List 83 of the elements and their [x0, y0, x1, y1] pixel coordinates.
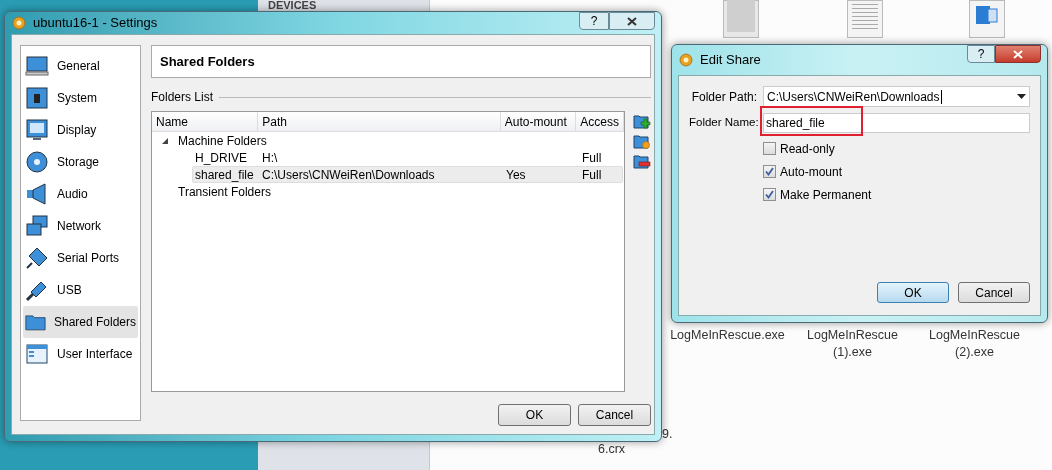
file-label[interactable]: 6.crx: [598, 440, 626, 459]
table-cell-text: C:\Users\CNWeiRen\Downloads: [261, 166, 436, 184]
nav-item[interactable]: Audio: [23, 178, 138, 210]
table-cell-text: H:\: [261, 149, 279, 167]
table-cell-text: shared_file: [194, 166, 255, 184]
expanded-arrow-icon[interactable]: [162, 137, 168, 144]
help-button[interactable]: ?: [967, 45, 995, 63]
nav-item[interactable]: USB: [23, 274, 138, 306]
checkmark-icon: [765, 167, 774, 176]
group-label[interactable]: Transient Folders: [178, 182, 271, 201]
nav-label: USB: [57, 282, 82, 299]
window-icon: [25, 342, 49, 366]
file-label[interactable]: 9.: [662, 425, 673, 444]
file-label[interactable]: LogMeInRescue (1).exe: [790, 327, 915, 361]
gear-icon: [11, 15, 27, 31]
nav-label: System: [57, 90, 97, 107]
dialog-button[interactable]: OK: [498, 404, 571, 426]
help-button[interactable]: ?: [579, 12, 609, 30]
plug-icon: [25, 246, 49, 270]
add-folder-icon[interactable]: [633, 113, 651, 129]
dialog-button[interactable]: Cancel: [958, 282, 1030, 303]
page-title: Shared Folders: [160, 52, 255, 71]
close-button[interactable]: [609, 12, 655, 30]
nav-label: Serial Ports: [57, 250, 120, 267]
chip-icon: [25, 86, 49, 110]
nav-label: Shared Folders: [53, 314, 136, 331]
folder-path-combo[interactable]: C:\Users\CNWeiRen\Downloads: [763, 86, 1030, 107]
table-cell-text: Full: [581, 166, 603, 184]
nav-label: Storage: [57, 154, 100, 171]
checkbox-label[interactable]: Auto-mount: [780, 162, 843, 181]
window-title: ubuntu16-1 - Settings: [33, 14, 158, 33]
nav-item[interactable]: Network: [23, 210, 138, 242]
file-label[interactable]: LogMeInRescue.exe: [665, 327, 790, 344]
nav-label: Audio: [57, 186, 88, 203]
checkmark-icon: [765, 190, 774, 199]
nav-label: Network: [57, 218, 101, 235]
file-label[interactable]: LogMeInRescue (2).exe: [912, 327, 1037, 361]
nav-item[interactable]: System: [23, 82, 138, 114]
close-button[interactable]: [995, 45, 1041, 63]
column-header[interactable]: Auto-mount: [500, 112, 577, 131]
checkbox[interactable]: [763, 188, 776, 201]
network-icon: [25, 214, 49, 238]
checkbox[interactable]: [763, 165, 776, 178]
checkbox-label[interactable]: Read-only: [780, 139, 835, 158]
column-header[interactable]: Name: [152, 112, 259, 131]
nav-item[interactable]: Serial Ports: [23, 242, 138, 274]
table-row[interactable]: shared_file C:\Users\CNWeiRen\Downloads Yes Full: [192, 166, 623, 183]
speaker-icon: [25, 182, 49, 206]
nav-item[interactable]: Shared Folders: [23, 306, 138, 338]
group-label[interactable]: Machine Folders: [178, 131, 267, 150]
checkbox-label[interactable]: Make Permanent: [780, 185, 872, 204]
edit-folder-icon[interactable]: [633, 133, 651, 149]
table-cell: Yes: [506, 167, 526, 182]
nav-item[interactable]: User Interface: [23, 338, 138, 370]
nav-label: Display: [57, 122, 97, 139]
close-icon: [1013, 49, 1023, 59]
gear-icon: [678, 52, 694, 68]
sidebar-heading: DEVICES: [268, 0, 317, 10]
field-label: Folder Path:: [690, 88, 757, 106]
window-title: Edit Share: [700, 51, 761, 70]
section-label: Folders List: [151, 89, 214, 106]
column-header[interactable]: Access: [576, 112, 624, 131]
close-icon: [627, 16, 637, 26]
display-icon: [25, 118, 49, 142]
table-cell-text: Full: [581, 149, 603, 167]
folder-name-field[interactable]: shared_file: [763, 113, 1030, 133]
checkbox[interactable]: [763, 142, 776, 155]
image-file-icon: [723, 0, 759, 38]
disc-icon: [25, 150, 49, 174]
dropdown-caret-icon[interactable]: [1017, 94, 1026, 99]
nav-item[interactable]: Storage: [23, 146, 138, 178]
nav-label: User Interface: [57, 346, 133, 363]
dialog-button[interactable]: OK: [877, 282, 949, 303]
nav-item[interactable]: Display: [23, 114, 138, 146]
table-row[interactable]: H_DRIVE H:\ Full: [192, 149, 623, 166]
nav-item[interactable]: General: [23, 50, 138, 82]
remove-folder-icon[interactable]: [633, 153, 651, 169]
nav-label: General: [57, 58, 100, 75]
column-header[interactable]: Path: [258, 112, 501, 131]
field-label: Folder Name:: [689, 115, 757, 131]
dialog-button[interactable]: Cancel: [578, 404, 651, 426]
table-cell-text: H_DRIVE: [194, 149, 248, 167]
monitor-icon: [25, 54, 49, 78]
